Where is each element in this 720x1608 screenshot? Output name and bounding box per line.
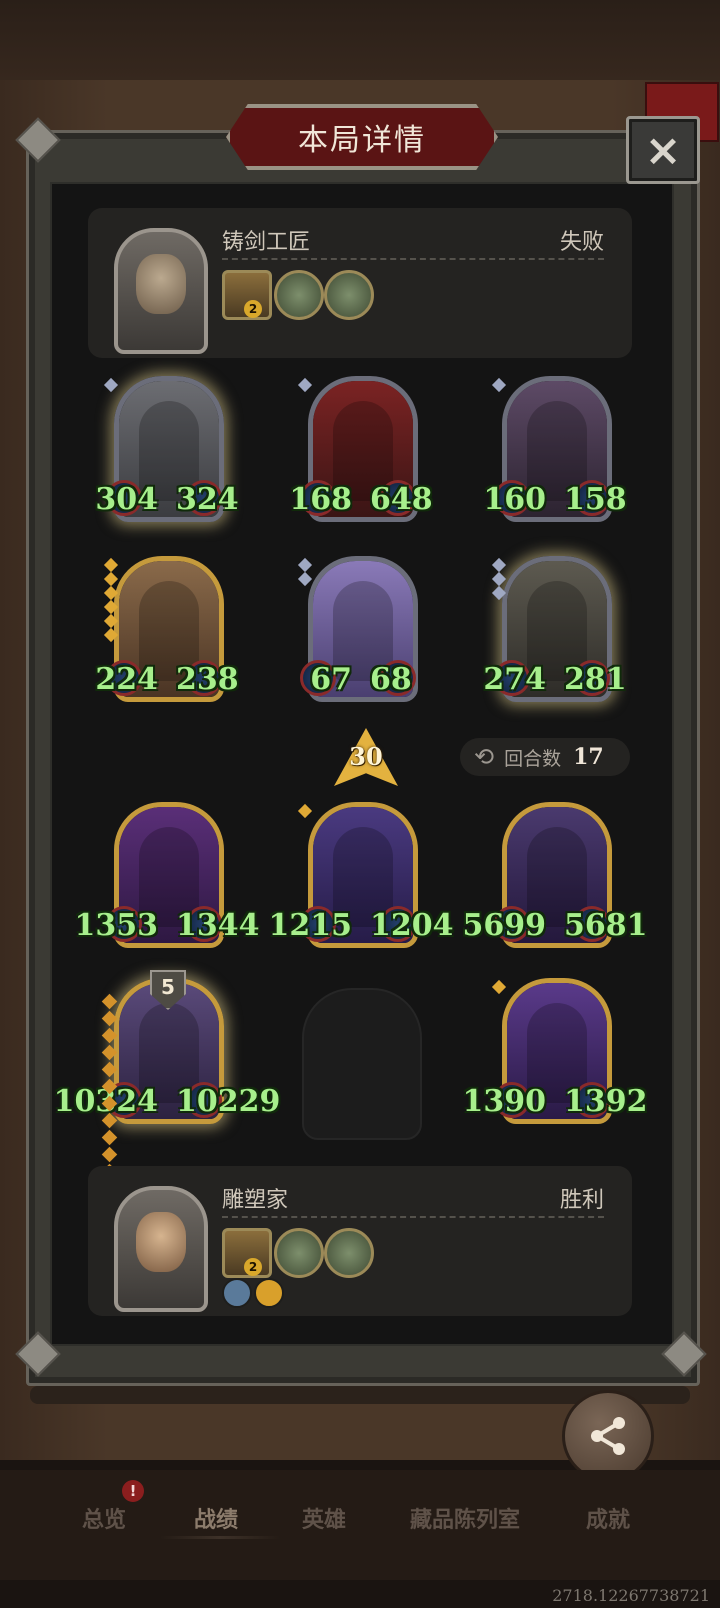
hero-attack: 224 xyxy=(95,662,158,697)
hero-attack: 168 xyxy=(289,482,352,517)
tab-records[interactable]: 战绩 xyxy=(194,1502,238,1534)
player-hero-king[interactable]: 5699 5681 xyxy=(463,802,648,948)
opponent-hero-warrior[interactable]: 274 281 xyxy=(483,556,627,702)
version-text: 2718.12267738721 xyxy=(552,1586,710,1605)
self-result: 胜利 xyxy=(559,1188,604,1213)
self-relic-statue[interactable] xyxy=(324,1228,374,1278)
hero-attack: 1390 xyxy=(462,1084,547,1119)
hero-attack: 160 xyxy=(483,482,546,517)
hero-health: 1344 xyxy=(176,908,260,943)
hero-attack: 304 xyxy=(95,482,158,517)
hero-health: 648 xyxy=(370,482,433,517)
hero-attack: 5699 xyxy=(462,908,547,943)
hero-star-gems xyxy=(491,979,507,995)
hero-star-gems xyxy=(297,377,313,393)
hero-health: 68 xyxy=(370,662,412,697)
bottom-tab-bar: 总览 ! 战绩 英雄 藏品陈列室 成就 xyxy=(0,1470,720,1580)
opponent-player-card: 铸剑工匠 失败 2 xyxy=(88,208,632,358)
player-hero-elf-witch[interactable]: 1353 1344 xyxy=(75,802,260,948)
opponent-relic-statue[interactable] xyxy=(324,270,374,320)
round-value: 17 xyxy=(573,744,604,770)
close-icon: × xyxy=(644,124,682,176)
empty-hero-slot[interactable] xyxy=(302,988,422,1140)
self-skill-sword-icon[interactable] xyxy=(222,1278,252,1308)
self-skill-claw-icon[interactable] xyxy=(254,1278,284,1308)
opponent-name: 铸剑工匠 xyxy=(222,230,311,255)
damage-value: 30 xyxy=(349,742,383,771)
opponent-hero-jester[interactable]: 168 648 xyxy=(289,376,433,522)
hero-health: 324 xyxy=(176,482,239,517)
opponent-hero-princess[interactable]: 67 68 xyxy=(297,556,418,702)
opponent-result: 失败 xyxy=(559,230,604,255)
hero-star-gems xyxy=(491,377,507,393)
hero-health: 158 xyxy=(564,482,627,517)
hero-health: 1204 xyxy=(370,908,454,943)
dialog-title-banner: 本局详情 xyxy=(226,104,498,170)
hero-star-gems xyxy=(491,557,507,601)
opponent-relic-cat[interactable] xyxy=(274,270,324,320)
hero-star-gems xyxy=(103,557,119,643)
hero-health: 238 xyxy=(176,662,239,697)
hero-health: 10229 xyxy=(176,1084,281,1119)
opponent-hero-dwarf[interactable]: 224 238 xyxy=(95,556,239,702)
opponent-hero-knight[interactable]: 304 324 xyxy=(95,376,239,522)
player-hero-wizard[interactable]: 1390 1392 xyxy=(463,978,648,1124)
opponent-avatar[interactable] xyxy=(114,228,208,354)
share-button[interactable] xyxy=(562,1390,654,1482)
round-label: 回合数 xyxy=(504,747,562,770)
self-player-card: 雕塑家 胜利 2 xyxy=(88,1166,632,1316)
share-icon xyxy=(591,1417,625,1455)
divider xyxy=(222,258,604,260)
hero-health: 281 xyxy=(564,662,627,697)
tab-heroes[interactable]: 英雄 xyxy=(302,1502,346,1534)
tab-overview[interactable]: 总览 xyxy=(82,1502,126,1534)
hero-attack: 1215 xyxy=(268,908,353,943)
self-relic-count: 2 xyxy=(244,1258,262,1276)
hero-attack: 1353 xyxy=(74,908,159,943)
hero-attack: 274 xyxy=(483,662,546,697)
close-button[interactable]: × xyxy=(626,116,700,184)
self-name: 雕塑家 xyxy=(222,1188,289,1213)
dialog-title: 本局详情 xyxy=(298,123,426,158)
hero-star-gems xyxy=(103,377,119,393)
hero-star-gems xyxy=(297,803,313,819)
hero-health: 5681 xyxy=(564,908,648,943)
round-counter: ⟲ 回合数 17 xyxy=(460,738,630,776)
tab-achievements[interactable]: 成就 xyxy=(586,1502,630,1534)
tab-collection[interactable]: 藏品陈列室 xyxy=(410,1502,520,1534)
active-tab-underline xyxy=(160,1536,280,1539)
opponent-hero-pirate[interactable]: 160 158 xyxy=(483,376,627,522)
player-hero-sorceress[interactable]: 1215 1204 xyxy=(269,802,454,948)
divider xyxy=(222,1216,604,1218)
repeat-icon: ⟲ xyxy=(474,743,495,771)
hero-health: 1392 xyxy=(564,1084,648,1119)
self-avatar[interactable] xyxy=(114,1186,208,1312)
tab-overview-badge: ! xyxy=(122,1480,144,1502)
opponent-relic-count: 2 xyxy=(244,300,262,318)
hero-attack: 67 xyxy=(310,662,352,697)
hero-star-gems xyxy=(297,557,313,587)
self-relic-dragon[interactable] xyxy=(274,1228,324,1278)
